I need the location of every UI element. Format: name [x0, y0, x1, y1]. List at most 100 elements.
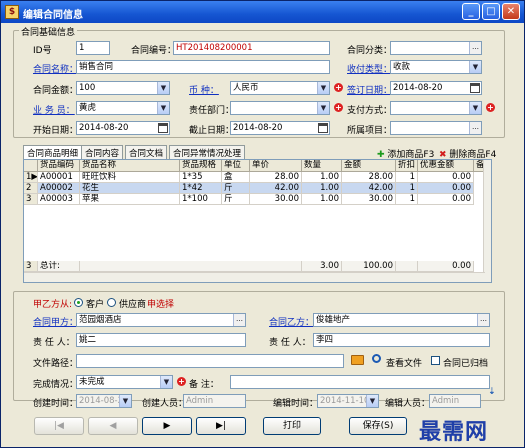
grid-header-off[interactable]: 优惠金额	[418, 160, 474, 172]
party-b-label[interactable]: 合同乙方：	[269, 315, 314, 328]
file-path-field[interactable]	[76, 354, 344, 368]
party-a-field[interactable]: 范园烟酒店…	[76, 313, 246, 327]
currency-label[interactable]: 币 种：	[189, 83, 219, 96]
radio-customer[interactable]	[74, 298, 83, 307]
radio-supplier[interactable]	[107, 298, 116, 307]
view-file-link[interactable]: 查看文件	[386, 356, 422, 369]
first-record-button[interactable]: |◀	[34, 417, 84, 435]
last-record-button[interactable]: ▶|	[196, 417, 246, 435]
start-date-field[interactable]: 2014-08-20	[76, 121, 170, 135]
title-bar[interactable]: $ 编辑合同信息 _ □ ✕	[1, 1, 524, 23]
chevron-down-icon[interactable]: ▼	[317, 102, 329, 114]
sign-date-field[interactable]: 2014-08-20	[390, 81, 482, 95]
sign-date-label[interactable]: 签订日期：	[347, 83, 392, 96]
cell-price[interactable]: 42.00	[250, 183, 302, 194]
expand-icon[interactable]: ⇣	[488, 387, 496, 397]
cell-name[interactable]: 花生	[80, 183, 180, 194]
chevron-down-icon[interactable]: ▼	[469, 61, 481, 73]
contract-no-field[interactable]: HT201408200001	[173, 41, 330, 55]
end-date-field[interactable]: 2014-08-20	[230, 121, 330, 135]
prev-record-button[interactable]: ◀	[88, 417, 138, 435]
chevron-down-icon[interactable]: ▼	[160, 376, 172, 388]
calendar-icon[interactable]	[158, 123, 168, 133]
add-currency-icon[interactable]: +	[334, 83, 343, 92]
browse-icon[interactable]: …	[233, 314, 245, 326]
party-b-field[interactable]: 俊雄地产…	[313, 313, 490, 327]
cell-discount[interactable]: 1	[396, 172, 418, 183]
cell-unit[interactable]: 盒	[222, 172, 250, 183]
chevron-down-icon[interactable]: ▼	[469, 102, 481, 114]
cell-code[interactable]: A00003	[38, 194, 80, 205]
category-field[interactable]: …	[390, 41, 482, 55]
chevron-down-icon[interactable]: ▼	[317, 82, 329, 94]
grid-header-discount[interactable]: 折扣	[396, 160, 418, 172]
name-label[interactable]: 合同名称：	[33, 62, 78, 75]
resp-b-field[interactable]: 李四	[313, 333, 490, 347]
pay-method-select[interactable]: ▼	[390, 101, 482, 115]
tab-content[interactable]: 合同内容	[81, 145, 124, 159]
cell-off[interactable]: 0.00	[418, 194, 474, 205]
add-dept-icon[interactable]: +	[334, 103, 343, 112]
cell-amount[interactable]: 28.00	[342, 172, 396, 183]
cell-qty[interactable]: 1.00	[302, 194, 342, 205]
cell-price[interactable]: 30.00	[250, 194, 302, 205]
browse-icon[interactable]: …	[477, 314, 489, 326]
project-field[interactable]: …	[390, 121, 482, 135]
cell-amount[interactable]: 42.00	[342, 183, 396, 194]
cell-code[interactable]: A00002	[38, 183, 80, 194]
browse-icon[interactable]: …	[469, 122, 481, 134]
tab-documents[interactable]: 合同文档	[125, 145, 168, 159]
cell-qty[interactable]: 1.00	[302, 172, 342, 183]
tab-goods-detail[interactable]: 合同商品明细	[23, 145, 83, 160]
pay-type-label[interactable]: 收付类型：	[347, 62, 392, 75]
cell-name[interactable]: 旺旺饮料	[80, 172, 180, 183]
browse-icon[interactable]: …	[469, 42, 481, 54]
cell-discount[interactable]: 1	[396, 194, 418, 205]
supplier-option-label[interactable]: 供应商	[119, 297, 146, 310]
chevron-down-icon[interactable]: ▼	[157, 82, 169, 94]
archived-label[interactable]: 合同已归档	[443, 356, 488, 369]
print-button[interactable]: 打印	[263, 417, 321, 435]
save-button[interactable]: 保存(S)	[349, 417, 407, 435]
cell-unit[interactable]: 斤	[222, 183, 250, 194]
cell-amount[interactable]: 30.00	[342, 194, 396, 205]
resp-a-field[interactable]: 姚二	[76, 333, 246, 347]
minimize-button[interactable]: _	[462, 3, 480, 20]
currency-select[interactable]: 人民币 ▼	[230, 81, 330, 95]
salesman-select[interactable]: 黄虎 ▼	[76, 101, 170, 115]
magnifier-icon[interactable]	[372, 354, 381, 363]
grid-header-unit[interactable]: 单位	[222, 160, 250, 172]
remark-field[interactable]	[230, 375, 490, 389]
folder-icon[interactable]	[351, 355, 364, 365]
add-pay-method-icon[interactable]: +	[486, 103, 495, 112]
calendar-icon[interactable]	[470, 83, 480, 93]
cell-spec[interactable]: 1*100	[180, 194, 222, 205]
cell-name[interactable]: 苹果	[80, 194, 180, 205]
grid-header-spec[interactable]: 货品规格	[180, 160, 222, 172]
id-field[interactable]: 1	[76, 41, 110, 55]
party-a-label[interactable]: 合同甲方：	[33, 315, 78, 328]
cell-unit[interactable]: 斤	[222, 194, 250, 205]
next-record-button[interactable]: ▶	[142, 417, 192, 435]
add-status-icon[interactable]: +	[177, 377, 186, 386]
name-field[interactable]: 销售合同	[76, 60, 330, 74]
grid-header-price[interactable]: 单价	[250, 160, 302, 172]
customer-option-label[interactable]: 客户	[86, 297, 104, 310]
grid-header-qty[interactable]: 数量	[302, 160, 342, 172]
amount-field[interactable]: 100 ▼	[76, 81, 170, 95]
grid-header-name[interactable]: 货品名称	[80, 160, 180, 172]
chevron-down-icon[interactable]: ▼	[157, 102, 169, 114]
dept-select[interactable]: ▼	[230, 101, 330, 115]
grid-horizontal-scrollbar[interactable]	[24, 272, 485, 282]
cell-qty[interactable]: 1.00	[302, 183, 342, 194]
goods-grid[interactable]: 货品编码 货品名称 货品规格 单位 单价 数量 金额 折扣 优惠金额 备 1▶ …	[23, 159, 492, 283]
cell-off[interactable]: 0.00	[418, 183, 474, 194]
grid-header-amount[interactable]: 金额	[342, 160, 396, 172]
grid-vertical-scrollbar[interactable]	[483, 160, 491, 282]
calendar-icon[interactable]	[318, 123, 328, 133]
cell-spec[interactable]: 1*42	[180, 183, 222, 194]
cell-discount[interactable]: 1	[396, 183, 418, 194]
cell-spec[interactable]: 1*35	[180, 172, 222, 183]
tab-exceptions[interactable]: 合同异常情况处理	[169, 145, 246, 159]
close-button[interactable]: ✕	[502, 3, 520, 20]
